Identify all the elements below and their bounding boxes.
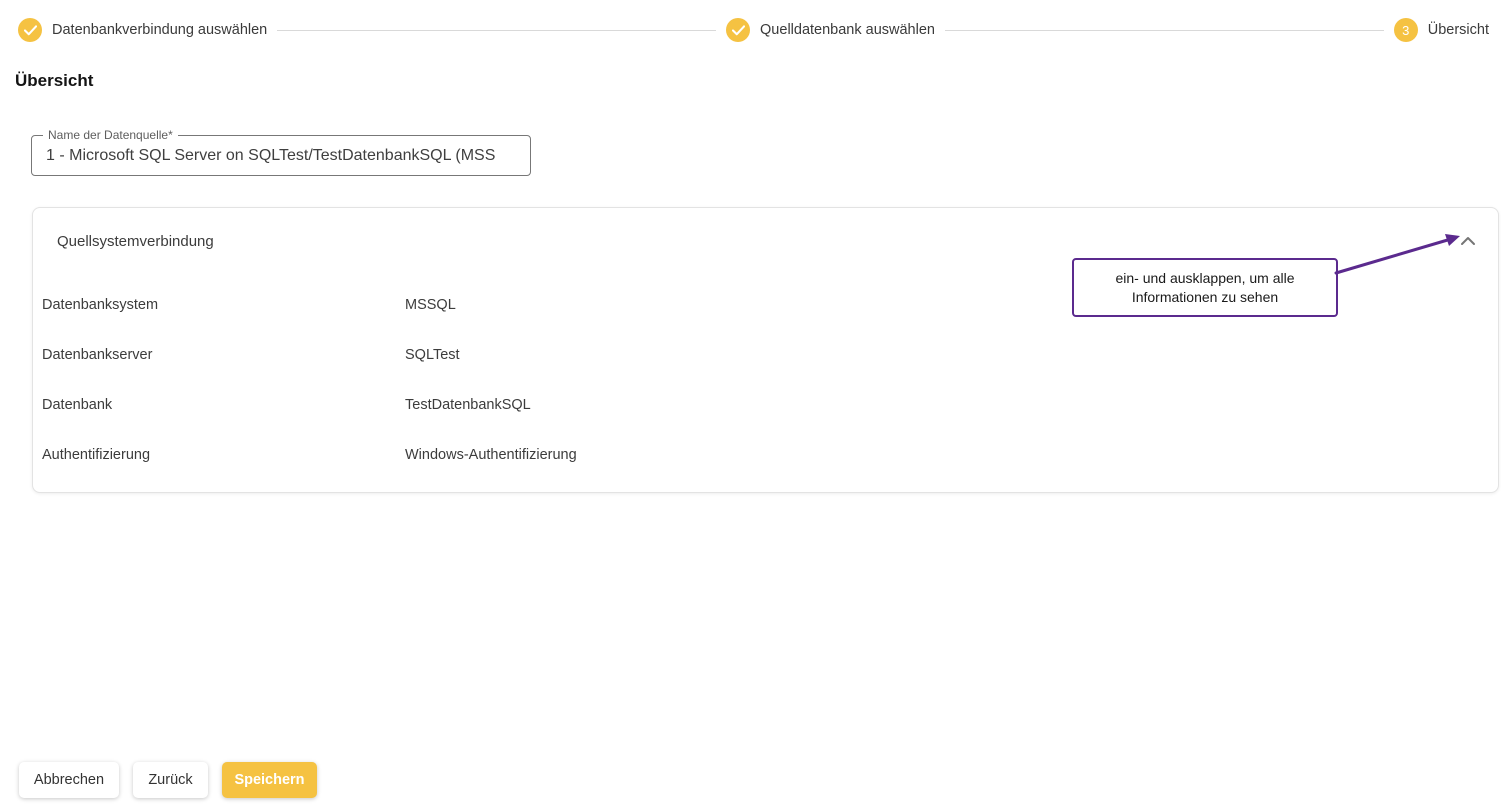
detail-value: MSSQL bbox=[405, 297, 456, 313]
detail-value: Windows-Authentifizierung bbox=[405, 447, 577, 463]
step-number: 3 bbox=[1402, 23, 1409, 38]
stepper-connector bbox=[945, 30, 1384, 31]
source-connection-card: Quellsystemverbindung Datenbanksystem MS… bbox=[32, 207, 1499, 493]
wizard-page: Datenbankverbindung auswählen Quelldaten… bbox=[0, 0, 1501, 810]
check-icon bbox=[732, 25, 745, 36]
step-label: Datenbankverbindung auswählen bbox=[52, 22, 267, 38]
step-completed-icon bbox=[18, 18, 42, 42]
step-number-badge: 3 bbox=[1394, 18, 1418, 42]
step-label: Quelldatenbank auswählen bbox=[760, 22, 935, 38]
detail-label: Datenbankserver bbox=[42, 347, 405, 363]
step-completed-icon bbox=[726, 18, 750, 42]
detail-row: Datenbankserver SQLTest bbox=[33, 330, 1498, 380]
detail-value: SQLTest bbox=[405, 347, 460, 363]
cancel-button[interactable]: Abbrechen bbox=[19, 762, 119, 798]
wizard-stepper: Datenbankverbindung auswählen Quelldaten… bbox=[0, 0, 1501, 60]
card-header: Quellsystemverbindung bbox=[33, 208, 1498, 250]
stepper-step-3[interactable]: 3 Übersicht bbox=[1394, 18, 1489, 42]
collapse-toggle-button[interactable] bbox=[1456, 232, 1480, 250]
datasource-name-field: Name der Datenquelle* bbox=[31, 135, 531, 176]
back-button[interactable]: Zurück bbox=[133, 762, 208, 798]
detail-label: Datenbanksystem bbox=[42, 297, 405, 313]
check-icon bbox=[24, 25, 37, 36]
detail-row: Authentifizierung Windows-Authentifizier… bbox=[33, 430, 1498, 480]
detail-value: TestDatenbankSQL bbox=[405, 397, 531, 413]
detail-label: Datenbank bbox=[42, 397, 405, 413]
detail-label: Authentifizierung bbox=[42, 447, 405, 463]
annotation-callout: ein- und ausklappen, um alle Information… bbox=[1072, 258, 1338, 317]
chevron-up-icon bbox=[1460, 235, 1476, 247]
step-label: Übersicht bbox=[1428, 22, 1489, 38]
stepper-step-1[interactable]: Datenbankverbindung auswählen bbox=[18, 18, 267, 42]
card-title: Quellsystemverbindung bbox=[57, 233, 214, 250]
stepper-connector bbox=[277, 30, 716, 31]
stepper-step-2[interactable]: Quelldatenbank auswählen bbox=[726, 18, 935, 42]
page-title: Übersicht bbox=[15, 71, 93, 91]
detail-row: Datenbank TestDatenbankSQL bbox=[33, 380, 1498, 430]
datasource-name-label: Name der Datenquelle* bbox=[43, 128, 178, 142]
save-button[interactable]: Speichern bbox=[222, 762, 317, 798]
